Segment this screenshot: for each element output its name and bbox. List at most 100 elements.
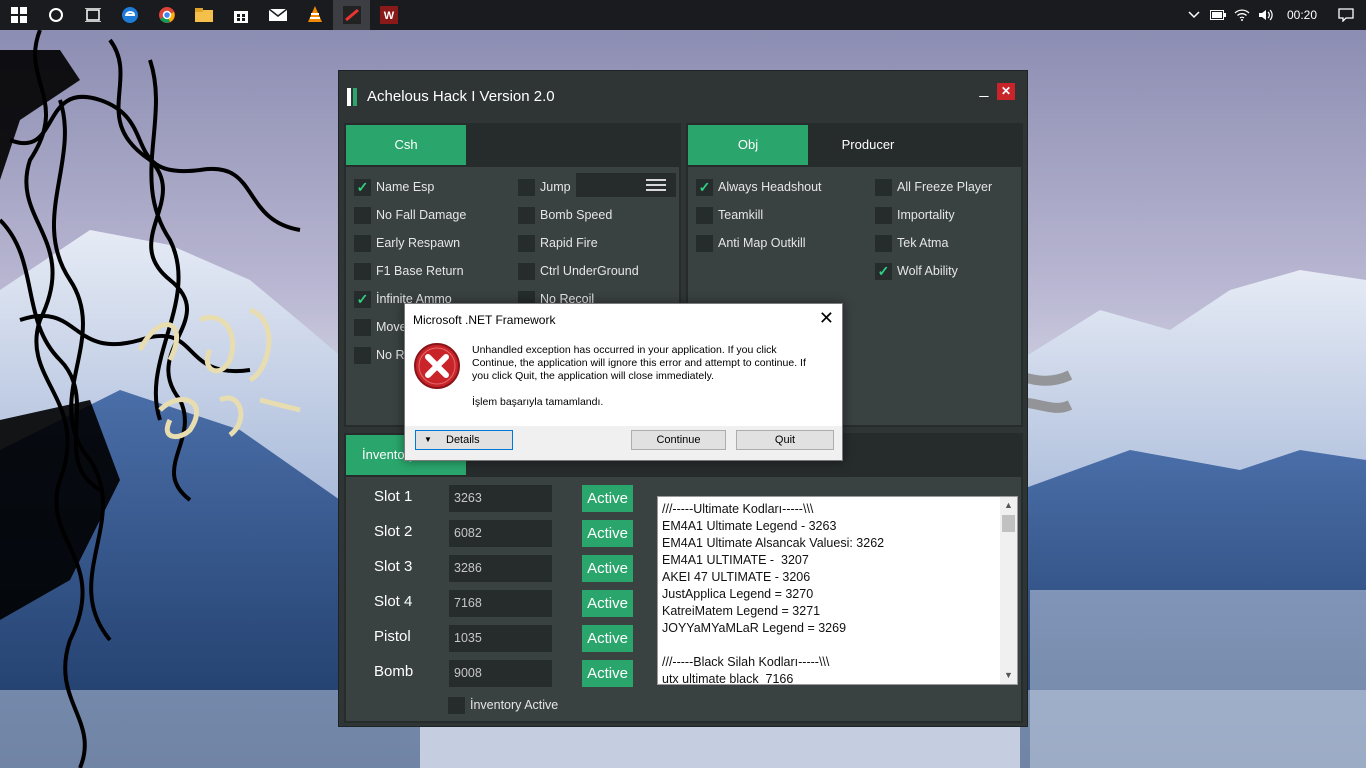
option-all-freeze-player[interactable]: All Freeze Player [875, 177, 992, 197]
app-icon[interactable] [333, 0, 370, 30]
mail-icon[interactable] [259, 0, 296, 30]
checkbox[interactable]: ✓ [696, 178, 713, 196]
slot-3-input[interactable]: 3286 [449, 555, 552, 582]
slot-4-input[interactable]: 7168 [449, 590, 552, 617]
task-view-icon[interactable] [74, 0, 111, 30]
bomb-active-button[interactable]: Active [582, 660, 633, 687]
dialog-close-icon[interactable]: ✕ [819, 308, 834, 329]
option-importality[interactable]: Importality [875, 205, 955, 225]
dialog-titlebar[interactable]: Microsoft .NET Framework ✕ [405, 304, 842, 334]
checkbox[interactable] [875, 206, 892, 224]
option-inventory-active[interactable]: İnventory Active [448, 695, 558, 715]
checkbox[interactable] [518, 206, 535, 224]
chevron-up-icon[interactable] [1182, 0, 1206, 30]
checkbox[interactable] [354, 346, 371, 364]
option-name-esp[interactable]: ✓ Name Esp [354, 177, 434, 197]
tab-csh[interactable]: Csh [346, 125, 466, 165]
notification-icon[interactable] [1326, 0, 1366, 30]
battery-icon[interactable] [1206, 0, 1230, 30]
option-label: F1 Base Return [376, 264, 464, 278]
bomb-input[interactable]: 9008 [449, 660, 552, 687]
close-button[interactable]: ✕ [997, 83, 1015, 100]
code-line: EM4A1 ULTIMATE - 3207 [662, 553, 809, 567]
checkbox[interactable] [354, 234, 371, 252]
option-move[interactable]: Move [354, 317, 407, 337]
quit-button[interactable]: Quit [736, 430, 834, 450]
slot-1-active-button[interactable]: Active [582, 485, 633, 512]
checkbox[interactable] [875, 178, 892, 196]
slot-2-active-button[interactable]: Active [582, 520, 633, 547]
option-no-r[interactable]: No R [354, 345, 404, 365]
checkbox[interactable] [518, 234, 535, 252]
checkbox[interactable] [354, 318, 371, 336]
checkbox[interactable] [696, 206, 713, 224]
tab-obj[interactable]: Obj [688, 125, 808, 165]
checkbox[interactable] [448, 696, 465, 714]
checkbox[interactable] [354, 262, 371, 280]
option-early-respawn[interactable]: Early Respawn [354, 233, 460, 253]
codes-textbox[interactable]: ///-----Ultimate Kodları-----\\\ EM4A1 Ul… [657, 496, 1018, 685]
option-label: Rapid Fire [540, 236, 598, 250]
scroll-thumb[interactable] [1002, 515, 1015, 532]
windows-start-icon[interactable] [0, 0, 37, 30]
option-ctrl-underground[interactable]: Ctrl UnderGround [518, 261, 639, 281]
slot-1-input[interactable]: 3263 [449, 485, 552, 512]
menu-icon[interactable] [636, 173, 676, 197]
option-teamkill[interactable]: Teamkill [696, 205, 763, 225]
pistol-active-button[interactable]: Active [582, 625, 633, 652]
scroll-up-icon[interactable]: ▲ [1000, 497, 1017, 514]
option-jump[interactable]: Jump [518, 177, 571, 197]
wifi-icon[interactable] [1230, 0, 1254, 30]
window-titlebar[interactable]: Achelous Hack I Version 2.0 _ ✕ [339, 71, 1027, 123]
scroll-down-icon[interactable]: ▼ [1000, 667, 1017, 684]
checkbox[interactable]: ✓ [354, 178, 371, 196]
option-wolf-ability[interactable]: ✓ Wolf Ability [875, 261, 958, 281]
hack-app-icon[interactable]: W [370, 0, 407, 30]
codes-text: ///-----Ultimate Kodları-----\\\ EM4A1 Ul… [662, 501, 884, 684]
option-always-headshout[interactable]: ✓ Always Headshout [696, 177, 822, 197]
code-line: ///-----Ultimate Kodları-----\\\ [662, 502, 814, 516]
slot-2-input[interactable]: 6082 [449, 520, 552, 547]
checkbox[interactable] [696, 234, 713, 252]
dialog-message: Unhandled exception has occurred in your… [472, 344, 806, 382]
option-anti-map-outkill[interactable]: Anti Map Outkill [696, 233, 806, 253]
details-button[interactable]: ▼ Details [415, 430, 513, 450]
checkbox[interactable] [354, 206, 371, 224]
pistol-label: Pistol [374, 628, 411, 645]
checkbox[interactable]: ✓ [875, 262, 892, 280]
edge-icon[interactable] [111, 0, 148, 30]
dialog-body: Unhandled exception has occurred in your… [405, 334, 842, 426]
taskbar: W 00:20 [0, 0, 1366, 30]
code-line: JustApplica Legend = 3270 [662, 587, 814, 601]
file-explorer-icon[interactable] [185, 0, 222, 30]
option-label: Tek Atma [897, 236, 949, 250]
svg-text:W: W [383, 10, 394, 22]
continue-button[interactable]: Continue [631, 430, 726, 450]
option-bomb-speed[interactable]: Bomb Speed [518, 205, 612, 225]
checkbox[interactable] [518, 262, 535, 280]
codes-scrollbar[interactable]: ▲ ▼ [1000, 497, 1017, 684]
store-icon[interactable] [222, 0, 259, 30]
cortana-icon[interactable] [37, 0, 74, 30]
vlc-icon[interactable] [296, 0, 333, 30]
pistol-input[interactable]: 1035 [449, 625, 552, 652]
option-label: Move [376, 320, 407, 334]
volume-icon[interactable] [1254, 0, 1278, 30]
slot-3-active-button[interactable]: Active [582, 555, 633, 582]
slot-4-active-button[interactable]: Active [582, 590, 633, 617]
checkbox[interactable] [518, 178, 535, 196]
option-no-fall-damage[interactable]: No Fall Damage [354, 205, 466, 225]
dialog-title: Microsoft .NET Framework [413, 313, 556, 327]
checkbox[interactable]: ✓ [354, 290, 371, 308]
chrome-icon[interactable] [148, 0, 185, 30]
option-label: Jump [540, 180, 571, 194]
option-f1-base-return[interactable]: F1 Base Return [354, 261, 464, 281]
option-label: Wolf Ability [897, 264, 958, 278]
clock[interactable]: 00:20 [1278, 8, 1326, 22]
tab-producer[interactable]: Producer [808, 125, 928, 165]
option-rapid-fire[interactable]: Rapid Fire [518, 233, 598, 253]
option-tek-atma[interactable]: Tek Atma [875, 233, 948, 253]
dialog-message-2: İşlem başarıyla tamamlandı. [472, 396, 604, 408]
minimize-button[interactable]: _ [977, 81, 991, 99]
checkbox[interactable] [875, 234, 892, 252]
